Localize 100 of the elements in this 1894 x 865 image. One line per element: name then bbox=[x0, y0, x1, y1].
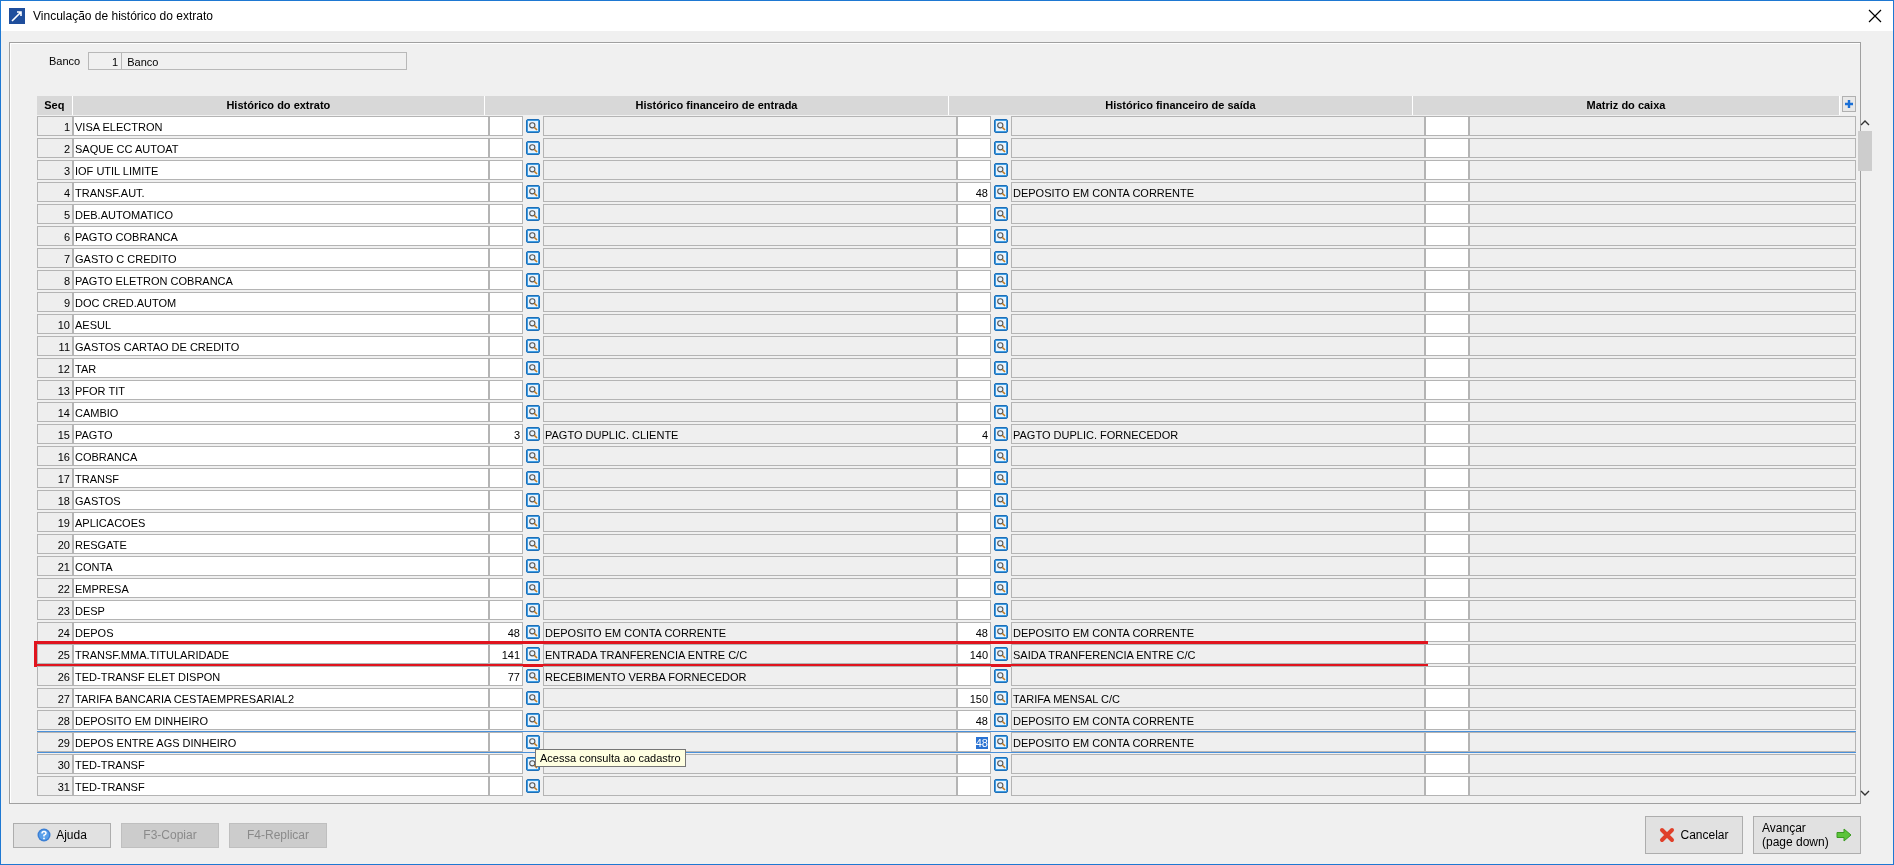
search-icon[interactable] bbox=[526, 515, 540, 529]
code-field[interactable]: 48 bbox=[489, 622, 523, 642]
search-icon[interactable] bbox=[526, 427, 540, 441]
code-field[interactable] bbox=[489, 226, 523, 246]
code-field[interactable] bbox=[489, 204, 523, 224]
code-field[interactable] bbox=[1425, 270, 1469, 290]
search-icon[interactable] bbox=[994, 471, 1008, 485]
search-icon[interactable] bbox=[526, 603, 540, 617]
search-icon[interactable] bbox=[526, 317, 540, 331]
code-field[interactable] bbox=[1425, 490, 1469, 510]
search-icon[interactable] bbox=[994, 449, 1008, 463]
search-icon[interactable] bbox=[994, 735, 1008, 749]
code-field[interactable] bbox=[957, 226, 991, 246]
search-icon[interactable] bbox=[994, 229, 1008, 243]
search-icon[interactable] bbox=[994, 427, 1008, 441]
code-field[interactable] bbox=[1425, 732, 1469, 752]
text-field[interactable]: APLICACOES bbox=[73, 512, 489, 532]
scroll-up-icon[interactable] bbox=[1860, 119, 1870, 127]
search-icon[interactable] bbox=[526, 185, 540, 199]
code-field[interactable] bbox=[489, 358, 523, 378]
code-field[interactable] bbox=[1425, 358, 1469, 378]
search-icon[interactable] bbox=[994, 779, 1008, 793]
code-field[interactable] bbox=[1425, 666, 1469, 686]
code-field[interactable] bbox=[1425, 600, 1469, 620]
search-icon[interactable] bbox=[526, 691, 540, 705]
text-field[interactable]: COBRANCA bbox=[73, 446, 489, 466]
code-field[interactable] bbox=[489, 380, 523, 400]
code-field[interactable] bbox=[957, 512, 991, 532]
code-field[interactable]: 48 bbox=[957, 182, 991, 202]
search-icon[interactable] bbox=[526, 207, 540, 221]
code-field[interactable] bbox=[1425, 314, 1469, 334]
code-field[interactable] bbox=[489, 600, 523, 620]
search-icon[interactable] bbox=[994, 647, 1008, 661]
code-field[interactable] bbox=[489, 336, 523, 356]
text-field[interactable]: IOF UTIL LIMITE bbox=[73, 160, 489, 180]
code-field[interactable] bbox=[1425, 754, 1469, 774]
search-icon[interactable] bbox=[526, 361, 540, 375]
search-icon[interactable] bbox=[994, 141, 1008, 155]
code-field[interactable] bbox=[1425, 446, 1469, 466]
code-field[interactable] bbox=[489, 292, 523, 312]
search-icon[interactable] bbox=[994, 515, 1008, 529]
search-icon[interactable] bbox=[994, 295, 1008, 309]
code-field[interactable]: 48 bbox=[957, 710, 991, 730]
text-field[interactable]: VISA ELECTRON bbox=[73, 116, 489, 136]
code-field[interactable] bbox=[957, 468, 991, 488]
code-field[interactable] bbox=[1425, 622, 1469, 642]
code-field[interactable] bbox=[1425, 138, 1469, 158]
code-field[interactable]: 141 bbox=[489, 644, 523, 664]
search-icon[interactable] bbox=[994, 405, 1008, 419]
search-icon[interactable] bbox=[526, 537, 540, 551]
code-field[interactable] bbox=[957, 314, 991, 334]
search-icon[interactable] bbox=[526, 383, 540, 397]
search-icon[interactable] bbox=[526, 713, 540, 727]
search-icon[interactable] bbox=[994, 625, 1008, 639]
text-field[interactable]: DEPOS bbox=[73, 622, 489, 642]
code-field[interactable] bbox=[489, 468, 523, 488]
code-field[interactable] bbox=[1425, 578, 1469, 598]
text-field[interactable]: SAQUE CC AUTOAT bbox=[73, 138, 489, 158]
code-field[interactable] bbox=[489, 556, 523, 576]
search-icon[interactable] bbox=[994, 493, 1008, 507]
search-icon[interactable] bbox=[994, 713, 1008, 727]
code-field[interactable] bbox=[1425, 226, 1469, 246]
code-field[interactable] bbox=[1425, 534, 1469, 554]
code-field[interactable] bbox=[957, 534, 991, 554]
code-field[interactable] bbox=[1425, 688, 1469, 708]
search-icon[interactable] bbox=[526, 405, 540, 419]
search-icon[interactable] bbox=[526, 273, 540, 287]
code-field[interactable] bbox=[1425, 204, 1469, 224]
search-icon[interactable] bbox=[526, 559, 540, 573]
code-field[interactable] bbox=[957, 578, 991, 598]
code-field[interactable] bbox=[1425, 424, 1469, 444]
text-field[interactable]: PAGTO bbox=[73, 424, 489, 444]
code-field[interactable] bbox=[957, 160, 991, 180]
search-icon[interactable] bbox=[526, 493, 540, 507]
text-field[interactable]: RESGATE bbox=[73, 534, 489, 554]
code-field[interactable] bbox=[957, 116, 991, 136]
code-field[interactable] bbox=[1425, 116, 1469, 136]
code-field[interactable] bbox=[957, 336, 991, 356]
search-icon[interactable] bbox=[994, 383, 1008, 397]
search-icon[interactable] bbox=[526, 647, 540, 661]
text-field[interactable]: DEPOSITO EM DINHEIRO bbox=[73, 710, 489, 730]
code-field[interactable] bbox=[489, 732, 523, 752]
code-field[interactable] bbox=[489, 776, 523, 796]
search-icon[interactable] bbox=[994, 537, 1008, 551]
search-icon[interactable] bbox=[526, 735, 540, 749]
code-field[interactable] bbox=[1425, 556, 1469, 576]
search-icon[interactable] bbox=[994, 603, 1008, 617]
search-icon[interactable] bbox=[526, 119, 540, 133]
code-field[interactable] bbox=[957, 490, 991, 510]
search-icon[interactable] bbox=[526, 779, 540, 793]
code-field[interactable] bbox=[489, 116, 523, 136]
search-icon[interactable] bbox=[994, 251, 1008, 265]
code-field[interactable] bbox=[957, 358, 991, 378]
code-field[interactable] bbox=[1425, 468, 1469, 488]
help-button[interactable]: Ajuda bbox=[13, 822, 111, 848]
search-icon[interactable] bbox=[526, 669, 540, 683]
code-field[interactable] bbox=[489, 248, 523, 268]
code-field[interactable]: 150 bbox=[957, 688, 991, 708]
code-field[interactable]: 4 bbox=[957, 424, 991, 444]
text-field[interactable]: TED-TRANSF bbox=[73, 776, 489, 796]
